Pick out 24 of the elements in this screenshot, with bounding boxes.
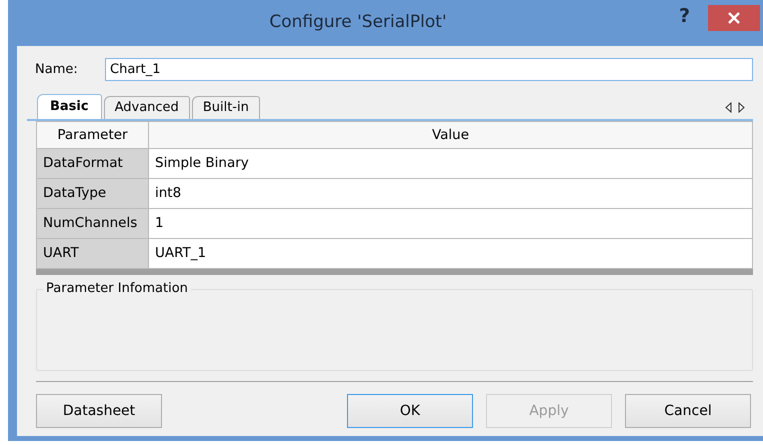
value-cell[interactable]: UART_1: [148, 238, 752, 268]
dialog-button[interactable]: OK: [347, 394, 473, 428]
value-cell[interactable]: 1: [148, 208, 752, 238]
parameter-cell: NumChannels: [36, 208, 148, 238]
column-header: Parameter: [36, 122, 148, 148]
tab[interactable]: Basic: [37, 94, 102, 119]
value-cell[interactable]: int8: [148, 178, 752, 208]
column-header: Value: [148, 122, 752, 148]
parameter-cell: DataType: [36, 178, 148, 208]
close-icon: [727, 11, 741, 25]
close-button[interactable]: [708, 5, 760, 31]
tab[interactable]: Advanced: [104, 96, 190, 119]
value-cell[interactable]: Simple Binary: [148, 148, 752, 178]
dialog-button[interactable]: Cancel: [625, 394, 751, 428]
parameter-cell: UART: [36, 238, 148, 268]
help-button[interactable]: ?: [678, 2, 690, 30]
dialog-button[interactable]: Datasheet: [36, 394, 162, 428]
window-title: Configure 'SerialPlot': [268, 11, 448, 34]
name-label: Name:: [34, 60, 79, 79]
name-field[interactable]: Chart_1: [105, 58, 753, 81]
scroll-left-icon[interactable]: [725, 102, 732, 112]
parameter-cell: DataFormat: [36, 148, 148, 178]
tab[interactable]: Built-in: [192, 96, 260, 119]
scroll-right-icon[interactable]: [738, 102, 745, 112]
